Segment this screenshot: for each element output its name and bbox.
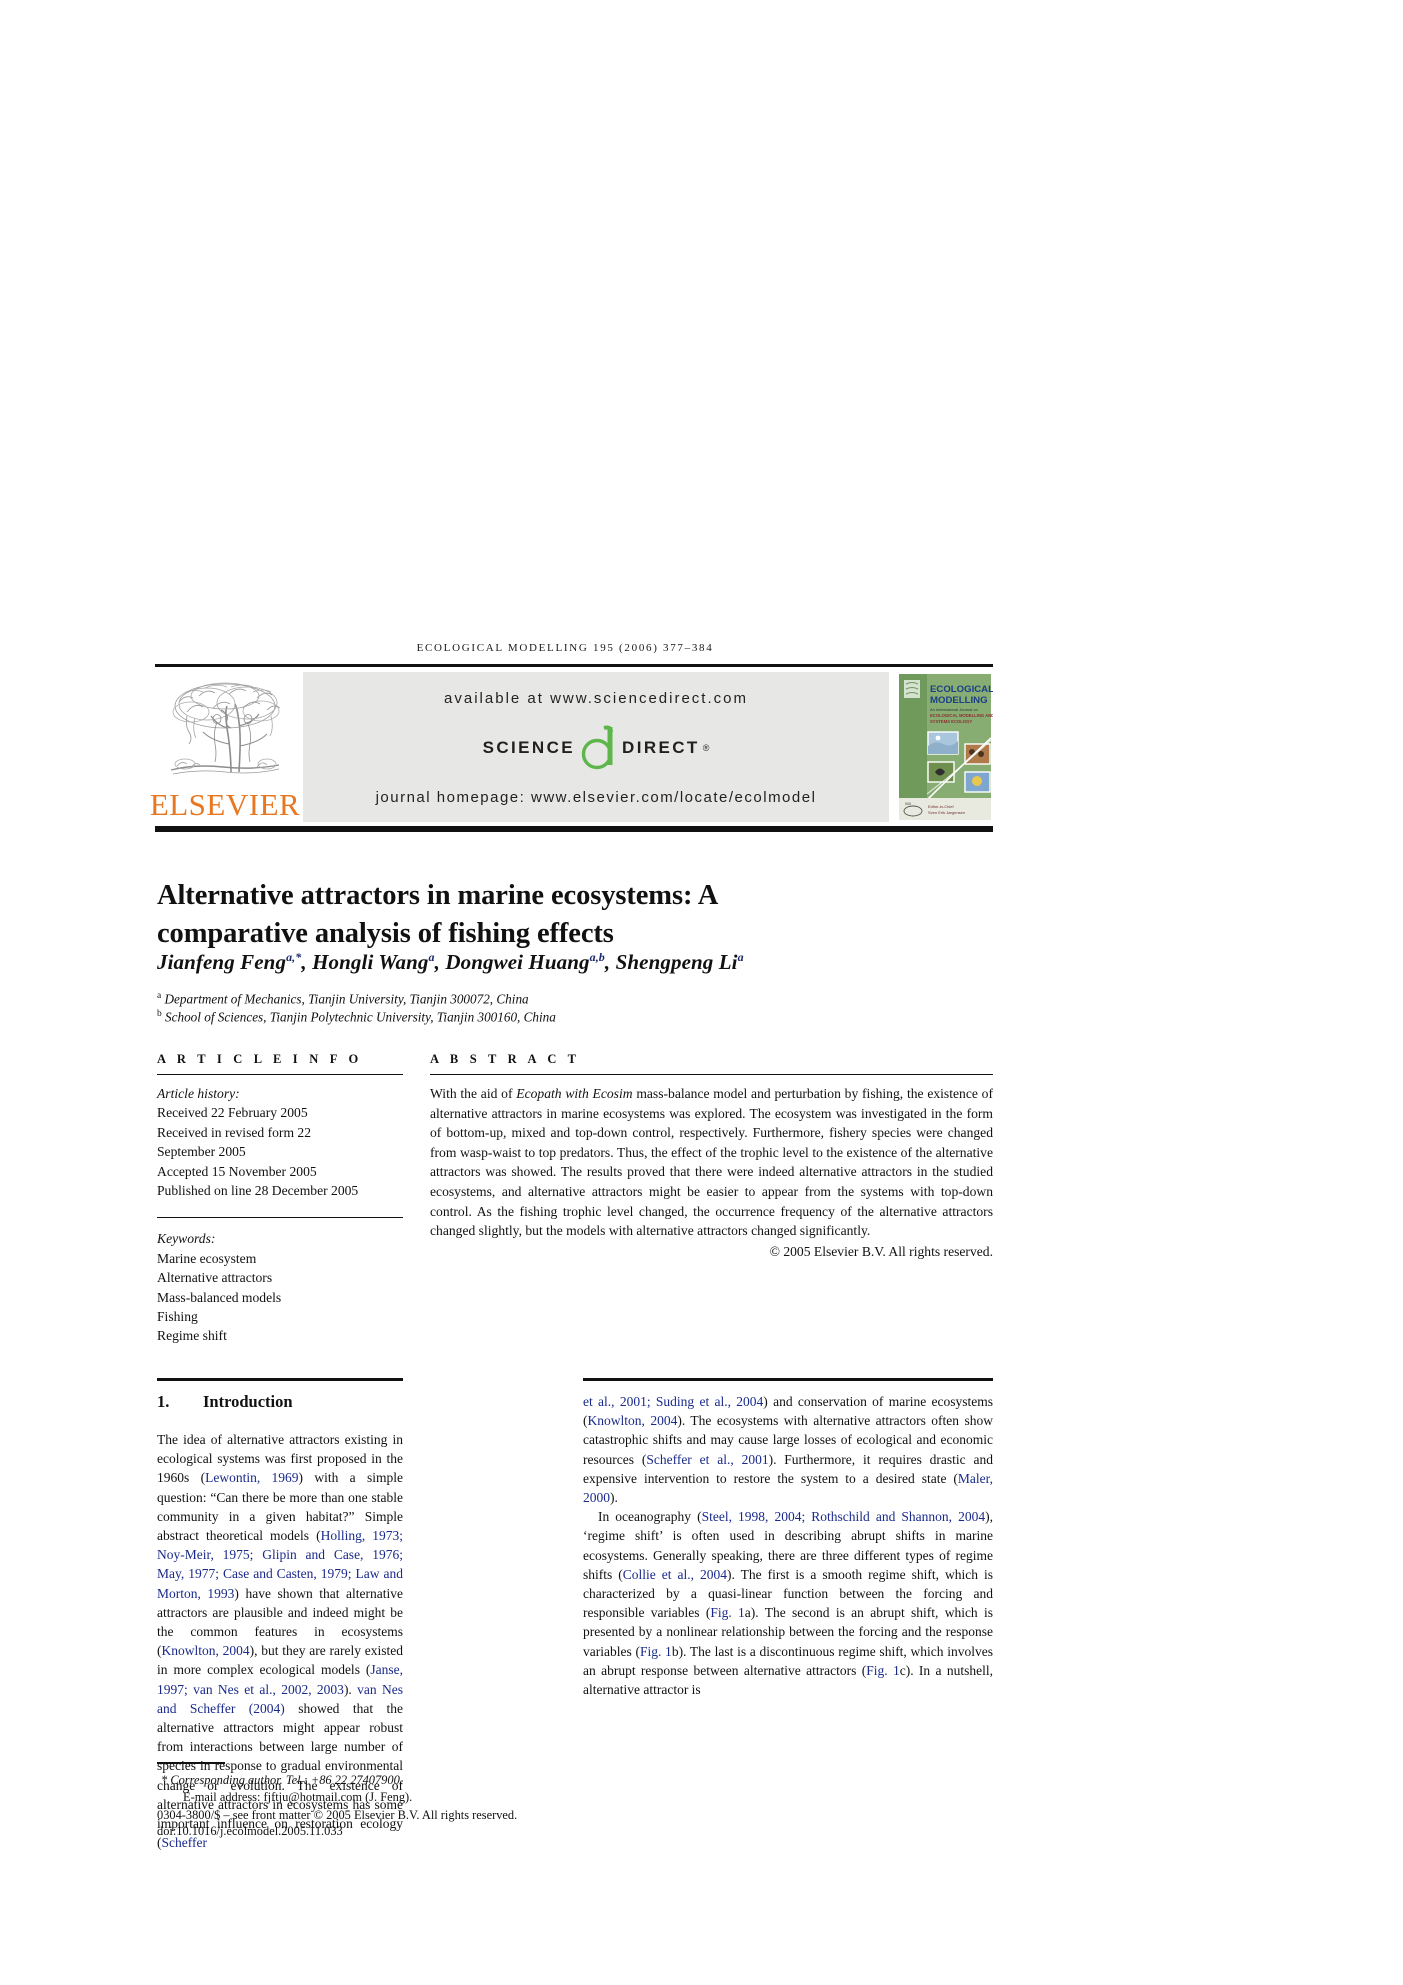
registered-trademark-icon: ®: [702, 743, 710, 753]
abstract-text-pre: With the aid of: [430, 1086, 517, 1101]
abstract-text: With the aid of Ecopath with Ecosim mass…: [430, 1084, 993, 1241]
abstract-model-name: Ecopath with Ecosim: [516, 1086, 633, 1101]
footnote-rule: [157, 1762, 225, 1764]
article-info-divider: [157, 1074, 403, 1075]
keyword-item: Regime shift: [157, 1328, 227, 1344]
journal-header-band: ELSEVIER available at www.sciencedirect.…: [150, 672, 993, 822]
front-matter-line: 0304-3800/$ – see front matter © 2005 El…: [157, 1807, 518, 1822]
svg-text:Sven Erik Jørgensen: Sven Erik Jørgensen: [928, 810, 965, 815]
abstract-text-post: mass-balance model and perturbation by f…: [430, 1086, 993, 1239]
sciencedirect-logo: SCIENCE DIRECT ®: [482, 725, 710, 771]
sciencedirect-d-icon: [577, 725, 621, 771]
abstract-divider: [430, 1074, 993, 1075]
article-history-block: Article history: Received 22 February 20…: [157, 1084, 403, 1200]
elsevier-logo: ELSEVIER: [150, 672, 300, 822]
affiliation-b: b School of Sciences, Tianjin Polytechni…: [157, 1006, 917, 1025]
article-history-label: Article history:: [157, 1086, 240, 1101]
keyword-item: Alternative attractors: [157, 1270, 273, 1286]
keywords-label: Keywords:: [157, 1231, 216, 1247]
section-heading-introduction: 1. Introduction: [157, 1392, 457, 1412]
keyword-item: Fishing: [157, 1309, 198, 1325]
corresponding-author-text: Corresponding author. Tel.: +86 22 27407…: [170, 1773, 403, 1787]
affiliation-b-text: School of Sciences, Tianjin Polytechnic …: [165, 1009, 556, 1025]
affiliation-a: a Department of Mechanics, Tianjin Unive…: [157, 988, 917, 1007]
svg-text:SYSTEMS ECOLOGY: SYSTEMS ECOLOGY: [930, 719, 972, 724]
running-head-text: ECOLOGICAL MODELLING 195 (2006) 377–384: [416, 642, 714, 654]
sciencedirect-science-text: SCIENCE: [482, 738, 576, 757]
paper-page: ECOLOGICAL MODELLING 195 (2006) 377–384: [0, 0, 1403, 1985]
keywords-divider: [157, 1217, 403, 1219]
email-label: E-mail address:: [183, 1789, 261, 1804]
abstract-heading: A B S T R A C T: [430, 1052, 581, 1066]
section-title: Introduction: [203, 1392, 293, 1411]
article-info-heading: A R T I C L E I N F O: [157, 1052, 363, 1066]
article-history-line: September 2005: [157, 1144, 246, 1160]
svg-text:ECOLOGICAL MODELLING AND: ECOLOGICAL MODELLING AND: [930, 713, 993, 718]
journal-cover-thumbnail: ECOLOGICAL MODELLING An International Jo…: [897, 672, 993, 822]
journal-homepage-link[interactable]: journal homepage: www.elsevier.com/locat…: [376, 789, 817, 806]
affiliation-b-marker: b: [157, 1009, 162, 1019]
corresponding-author-note: * Corresponding author. Tel.: +86 22 274…: [157, 1772, 557, 1789]
affiliation-a-text: Department of Mechanics, Tianjin Univers…: [164, 991, 529, 1007]
doi-line[interactable]: doi:10.1016/j.ecolmodel.2005.11.033: [157, 1823, 557, 1840]
footnote-block: * Corresponding author. Tel.: +86 22 274…: [157, 1772, 557, 1840]
article-history-line: Accepted 15 November 2005: [157, 1163, 317, 1179]
svg-text:Editor-in-Chief: Editor-in-Chief: [928, 804, 954, 809]
svg-text:An International Journal on: An International Journal on: [930, 707, 978, 712]
keyword-item: Marine ecosystem: [157, 1250, 257, 1266]
corresponding-author-marker: *: [161, 1773, 168, 1787]
body-rule-left: [157, 1378, 403, 1381]
svg-text:ECOLOGICAL: ECOLOGICAL: [930, 684, 993, 695]
affiliation-a-marker: a: [157, 991, 162, 1001]
body-rule-right: [583, 1378, 993, 1381]
abstract-column: A B S T R A C T With the aid of Ecopath …: [430, 1052, 993, 1260]
article-history-line: Received in revised form 22: [157, 1124, 312, 1140]
page-title: Alternative attractors in marine ecosyst…: [157, 880, 717, 950]
email-note: E-mail address: fjftju@hotmail.com (J. F…: [157, 1789, 557, 1806]
keyword-item: Mass-balanced models: [157, 1289, 282, 1305]
elsevier-wordmark: ELSEVIER: [149, 787, 301, 822]
elsevier-tree-icon: [161, 676, 289, 788]
running-head: ECOLOGICAL MODELLING 195 (2006) 377–384: [155, 640, 975, 655]
sciencedirect-available-text: available at www.sciencedirect.com: [444, 690, 748, 707]
svg-text:IIIIII: IIIIII: [905, 802, 911, 806]
sciencedirect-banner: available at www.sciencedirect.com SCIEN…: [303, 672, 889, 822]
sciencedirect-direct-text: DIRECT: [622, 738, 700, 757]
article-history-line: Received 22 February 2005: [157, 1105, 308, 1121]
body-column-right: et al., 2001; Suding et al., 2004) and c…: [583, 1394, 994, 1698]
abstract-copyright: © 2005 Elsevier B.V. All rights reserved…: [769, 1243, 993, 1259]
header-rule-bottom: [155, 826, 993, 832]
section-number: 1.: [157, 1392, 170, 1411]
header-rule-top: [155, 664, 993, 667]
email-address[interactable]: fjftju@hotmail.com (J. Feng).: [264, 1790, 413, 1804]
article-history-line: Published on line 28 December 2005: [157, 1183, 359, 1199]
svg-text:MODELLING: MODELLING: [930, 695, 988, 706]
keywords-block: Keywords: Marine ecosystem Alternative a…: [157, 1229, 403, 1345]
article-info-column: A R T I C L E I N F O Article history: R…: [157, 1052, 403, 1346]
author-list: Jianfeng Fenga,*, Hongli Wanga, Dongwei …: [157, 950, 744, 974]
